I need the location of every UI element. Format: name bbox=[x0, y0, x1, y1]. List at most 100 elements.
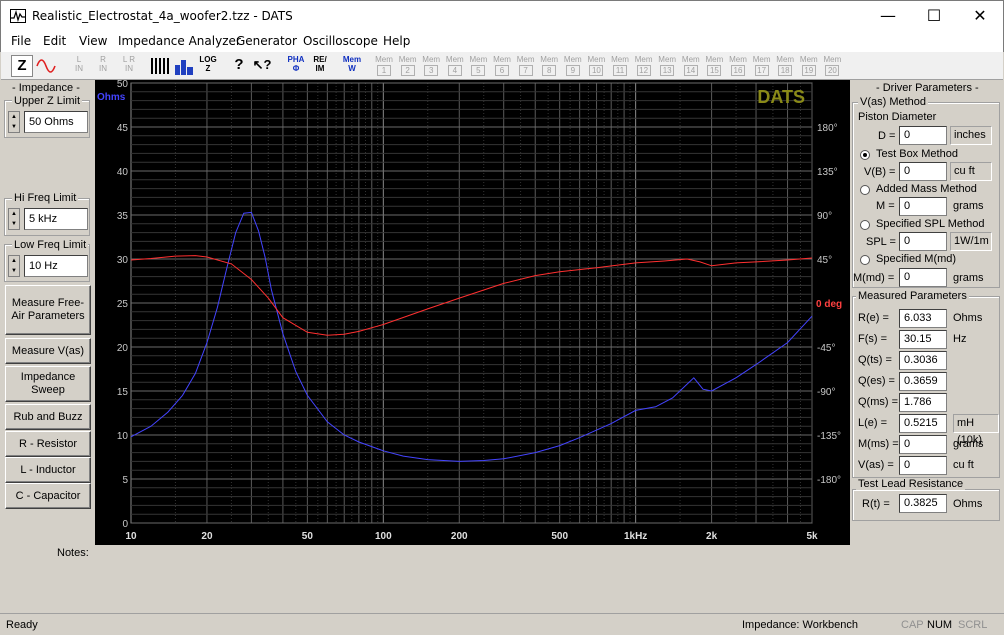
spin-down-icon[interactable]: ▼ bbox=[9, 219, 19, 229]
memory-slot-label: Mem bbox=[823, 55, 842, 64]
memory-slot-19-button[interactable]: Mem 19 bbox=[798, 55, 820, 77]
right-input-button[interactable]: R IN bbox=[91, 55, 115, 77]
impedance-sweep-button[interactable]: Impedance Sweep bbox=[5, 366, 91, 402]
resistor-button[interactable]: R - Resistor bbox=[5, 431, 91, 457]
memory-slot-16-button[interactable]: Mem 16 bbox=[727, 55, 749, 77]
menu-view[interactable]: View bbox=[79, 34, 107, 48]
spin-down-icon[interactable]: ▼ bbox=[9, 122, 19, 132]
measured-param-value[interactable]: 30.15 bbox=[899, 330, 947, 349]
menu-oscilloscope[interactable]: Oscilloscope bbox=[303, 34, 378, 48]
test-box-radio[interactable] bbox=[860, 150, 870, 160]
memory-slot-17-button[interactable]: Mem 17 bbox=[751, 55, 773, 77]
mmd-field[interactable]: 0 bbox=[899, 268, 947, 287]
specified-mmd-radio[interactable] bbox=[860, 255, 870, 265]
sine-wave-icon[interactable] bbox=[35, 55, 57, 77]
menu-edit[interactable]: Edit bbox=[43, 34, 66, 48]
specified-mmd-label[interactable]: Specified M(md) bbox=[876, 253, 956, 265]
memory-slot-10-button[interactable]: Mem 10 bbox=[585, 55, 607, 77]
context-help-icon[interactable]: ↖? bbox=[251, 55, 273, 77]
impedance-chart[interactable]: 0 5 10 15 20 25 30 35 40 45 50 10 20 50 100 200 500 1kHz 2… bbox=[95, 79, 850, 545]
spin-up-icon[interactable]: ▲ bbox=[9, 256, 19, 266]
spin-up-icon[interactable]: ▲ bbox=[9, 112, 19, 122]
m-field[interactable]: 0 bbox=[899, 197, 947, 216]
memory-slot-9-button[interactable]: Mem 9 bbox=[562, 55, 584, 77]
measured-param-value[interactable]: 0.5215 bbox=[899, 414, 947, 433]
memory-slot-5-button[interactable]: Mem 5 bbox=[467, 55, 489, 77]
menu-generator[interactable]: Generator bbox=[236, 34, 297, 48]
capacitor-button[interactable]: C - Capacitor bbox=[5, 483, 91, 509]
notes-area[interactable] bbox=[92, 546, 848, 608]
added-mass-label[interactable]: Added Mass Method bbox=[876, 183, 977, 195]
memory-slot-1-button[interactable]: Mem 1 bbox=[373, 55, 395, 77]
impedance-mode-button[interactable]: Z bbox=[11, 55, 33, 77]
memory-slot-18-button[interactable]: Mem 18 bbox=[774, 55, 796, 77]
measure-vas-button[interactable]: Measure V(as) bbox=[5, 338, 91, 364]
added-mass-radio[interactable] bbox=[860, 185, 870, 195]
memory-slot-number: 16 bbox=[731, 65, 745, 76]
memory-slot-15-button[interactable]: Mem 15 bbox=[703, 55, 725, 77]
memory-slot-6-button[interactable]: Mem 6 bbox=[491, 55, 513, 77]
upper-z-field[interactable]: 50 Ohms bbox=[24, 111, 88, 133]
y-tick-label: 45 bbox=[117, 123, 129, 134]
low-freq-field[interactable]: 10 Hz bbox=[24, 255, 88, 277]
specified-spl-label[interactable]: Specified SPL Method bbox=[876, 218, 984, 230]
measured-param-value[interactable]: 0.3659 bbox=[899, 372, 947, 391]
bar-markers-icon[interactable] bbox=[149, 55, 171, 77]
bar-graph-icon[interactable] bbox=[173, 55, 195, 77]
memory-slot-12-button[interactable]: Mem 12 bbox=[633, 55, 655, 77]
log-z-button[interactable]: LOG Z bbox=[197, 55, 219, 77]
measured-param-value[interactable]: 6.033 bbox=[899, 309, 947, 328]
menu-file[interactable]: File bbox=[11, 34, 31, 48]
close-button[interactable]: ✕ bbox=[957, 1, 1003, 31]
memory-slot-label: Mem bbox=[375, 55, 393, 64]
memory-slot-4-button[interactable]: Mem 4 bbox=[444, 55, 466, 77]
memory-slot-20-button[interactable]: Mem 20 bbox=[821, 55, 843, 77]
status-cap: CAP bbox=[901, 619, 924, 631]
measured-param-unit: Hz bbox=[953, 333, 967, 345]
measured-param-value[interactable]: 0.3036 bbox=[899, 351, 947, 370]
vb-field[interactable]: 0 bbox=[899, 162, 947, 181]
measure-free-air-button[interactable]: Measure Free-Air Parameters bbox=[5, 285, 91, 335]
menu-help[interactable]: Help bbox=[383, 34, 410, 48]
left-input-button[interactable]: L IN bbox=[67, 55, 91, 77]
rub-and-buzz-button[interactable]: Rub and Buzz bbox=[5, 404, 91, 430]
memory-slot-7-button[interactable]: Mem 7 bbox=[515, 55, 537, 77]
help-icon[interactable]: ? bbox=[229, 55, 249, 77]
measured-param-value[interactable]: 1.786 bbox=[899, 393, 947, 412]
hi-freq-spinner[interactable]: ▲ ▼ bbox=[8, 208, 20, 230]
upper-z-spinner[interactable]: ▲ ▼ bbox=[8, 111, 20, 133]
phase-button[interactable]: PHA Φ bbox=[285, 55, 307, 77]
x-tick-label: 2k bbox=[706, 531, 718, 542]
stereo-input-button[interactable]: L R IN bbox=[115, 55, 143, 77]
spl-unit: 1W/1m bbox=[950, 232, 992, 251]
memory-slot-14-button[interactable]: Mem 14 bbox=[680, 55, 702, 77]
memory-write-button[interactable]: Mem W bbox=[341, 55, 363, 77]
memory-slot-13-button[interactable]: Mem 13 bbox=[656, 55, 678, 77]
memory-slot-label: Mem bbox=[398, 55, 417, 64]
d-field[interactable]: 0 bbox=[899, 126, 947, 145]
measured-param-value[interactable]: 0 bbox=[899, 456, 947, 475]
real-imag-button[interactable]: RE/ IM bbox=[309, 55, 331, 77]
measured-param-value[interactable]: 0 bbox=[899, 435, 947, 454]
memory-slot-11-button[interactable]: Mem 11 bbox=[609, 55, 631, 77]
memory-slot-number: 14 bbox=[683, 65, 698, 76]
rt-field[interactable]: 0.3825 bbox=[899, 494, 947, 513]
menu-impedance-analyzer[interactable]: Impedance Analyzer bbox=[118, 34, 241, 48]
hi-freq-field[interactable]: 5 kHz bbox=[24, 208, 88, 230]
memory-slot-number: 11 bbox=[613, 65, 627, 76]
minimize-button[interactable]: — bbox=[865, 1, 911, 31]
test-box-label[interactable]: Test Box Method bbox=[876, 148, 958, 160]
memory-slot-8-button[interactable]: Mem 8 bbox=[538, 55, 560, 77]
inductor-button[interactable]: L - Inductor bbox=[5, 457, 91, 483]
memory-slot-number: 17 bbox=[754, 65, 769, 76]
spin-down-icon[interactable]: ▼ bbox=[9, 266, 19, 276]
low-freq-spinner[interactable]: ▲ ▼ bbox=[8, 255, 20, 277]
memory-slot-3-button[interactable]: Mem 3 bbox=[420, 55, 442, 77]
maximize-button[interactable]: ☐ bbox=[911, 1, 957, 31]
y-unit-label: Ohms bbox=[97, 92, 126, 103]
measured-param-unit: Ohms bbox=[953, 312, 983, 324]
spl-field[interactable]: 0 bbox=[899, 232, 947, 251]
spin-up-icon[interactable]: ▲ bbox=[9, 209, 19, 219]
memory-slot-2-button[interactable]: Mem 2 bbox=[397, 55, 419, 77]
specified-spl-radio[interactable] bbox=[860, 220, 870, 230]
